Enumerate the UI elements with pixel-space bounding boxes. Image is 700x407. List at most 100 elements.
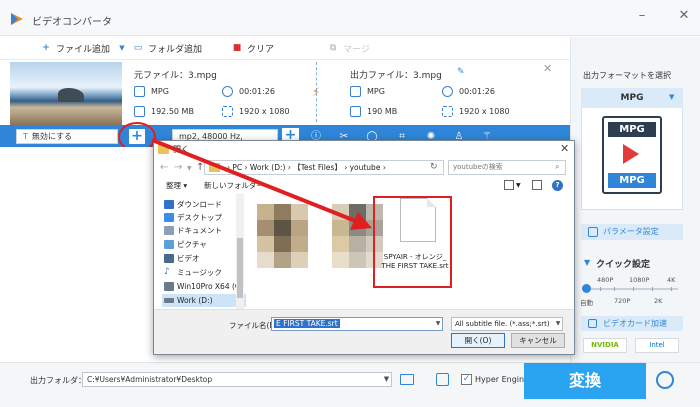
output-folder-input[interactable]: C:¥Users¥Administrator¥Desktop [82, 372, 392, 387]
nav-item-downloads[interactable]: ダウンロード [162, 198, 246, 211]
quality-label: 480P [597, 276, 614, 284]
merge-button[interactable]: ⧉ マージ [327, 40, 370, 56]
subtitle-text-icon: T [23, 132, 28, 141]
slider-tick [652, 287, 653, 291]
format-icon [134, 86, 145, 97]
hyper-engine-label: Hyper Engine [475, 375, 529, 384]
subtitle-select[interactable]: T 無効にする [16, 129, 118, 144]
format-icon [350, 86, 361, 97]
highlight-box [373, 196, 452, 288]
close-icon[interactable]: ✕ [560, 142, 569, 155]
nav-item-videos[interactable]: ビデオ [162, 252, 246, 265]
output-folder-label: 出力フォルダ： [30, 376, 86, 385]
picture-icon [164, 240, 174, 249]
chevron-down-icon[interactable]: ▼ [516, 182, 521, 189]
hardware-acceleration-icon[interactable] [436, 373, 449, 386]
mpg-doc-bottom-label: MPG [608, 173, 656, 188]
output-format-title: 出力フォーマットを選択 [583, 71, 671, 80]
desktop-icon [164, 213, 174, 222]
organize-menu[interactable]: 整理 ▾ [166, 180, 187, 191]
format-name[interactable]: MPG [581, 88, 683, 108]
slider-tick [671, 287, 672, 291]
chevron-down-icon[interactable]: ▼ [433, 317, 443, 331]
dialog-title-bar: 開く ✕ [154, 141, 574, 157]
clock-icon [442, 86, 453, 97]
new-folder-button[interactable]: 新しいフォルダー [204, 180, 264, 191]
nav-scrollbar[interactable] [236, 194, 244, 309]
chevron-down-icon[interactable]: ▼ [187, 165, 192, 172]
quick-settings-title: クイック設定 [596, 260, 651, 270]
open-button[interactable]: 開く(O) [451, 333, 505, 348]
mpg-doc-top-label: MPG [608, 122, 656, 137]
output-duration: 00:01:26 [442, 86, 495, 97]
minimize-icon[interactable]: – [634, 8, 650, 24]
dialog-command-bar: 整理 ▾ 新しいフォルダー ▼ ? [154, 179, 574, 193]
nav-item-pictures[interactable]: ピクチャ [162, 238, 246, 251]
address-bar[interactable]: › PC › Work (D:) › 【Test Files】 › youtub… [204, 160, 444, 175]
app-logo-icon [11, 13, 23, 25]
alarm-clock-icon[interactable] [656, 371, 674, 389]
trash-icon: ■ [232, 43, 242, 53]
toolbar: + ファイル追加 ▼ ▭ フォルダ追加 ■ クリア ⧉ マージ [0, 37, 570, 59]
source-format: MPG [134, 86, 169, 97]
convert-button[interactable]: 変換 [524, 363, 646, 399]
clock-icon [222, 86, 233, 97]
close-icon[interactable]: ✕ [676, 8, 692, 24]
folder-icon: ▭ [133, 43, 143, 53]
folder-icon [209, 163, 220, 172]
file-size-icon [134, 106, 145, 117]
chevron-down-icon[interactable]: ▼ [669, 93, 674, 101]
chevron-down-icon[interactable]: ▼ [553, 317, 563, 331]
source-resolution: 1920 x 1080 [222, 106, 290, 117]
dialog-title: 開く [173, 145, 189, 154]
quality-label: 1080P [629, 276, 650, 284]
edit-pencil-icon[interactable]: ✎ [457, 67, 465, 77]
back-arrow-icon[interactable]: ← [160, 162, 168, 173]
clear-label: クリア [247, 44, 275, 55]
filetype-select[interactable]: All subtitle file. (*.ass;*.srt) [451, 317, 563, 331]
resolution-icon [222, 106, 233, 117]
resolution-icon [442, 106, 453, 117]
remove-file-icon[interactable]: ✕ [543, 62, 552, 75]
add-folder-button[interactable]: ▼ ▭ フォルダ追加 [116, 40, 202, 56]
navigation-pane: ダウンロード デスクトップ ドキュメント ピクチャ ビデオ ♪ ミュージック Wi… [154, 194, 246, 309]
slider-tick [600, 287, 601, 291]
file-size-icon [350, 106, 361, 117]
quality-label: 2K [654, 297, 663, 305]
nav-item-drive-c[interactable]: Win10Pro X64 (C [162, 280, 246, 293]
search-icon[interactable]: ⌕ [555, 162, 559, 172]
chevron-down-icon[interactable]: ▼ [381, 372, 392, 387]
output-resolution: 1920 x 1080 [442, 106, 510, 117]
nav-item-music[interactable]: ♪ ミュージック [162, 266, 246, 279]
open-folder-icon[interactable] [400, 374, 414, 385]
source-duration: 00:01:26 [222, 86, 275, 97]
filename-input[interactable]: E FIRST TAKE.srt [271, 317, 443, 331]
app-title: ビデオコンバータ [32, 17, 112, 28]
nav-item-documents[interactable]: ドキュメント [162, 224, 246, 237]
lightning-icon: ⚡ [311, 85, 321, 99]
dropdown-arrow-icon: ▼ [119, 44, 125, 52]
folder-icon [158, 144, 169, 154]
view-options-icon[interactable] [504, 180, 514, 190]
refresh-icon[interactable]: ↻ [430, 162, 438, 172]
preview-pane-icon[interactable] [532, 180, 542, 190]
dialog-navigation: ← → ▼ ↑ › PC › Work (D:) › 【Test Files】 … [154, 157, 574, 179]
nav-item-desktop[interactable]: デスクトップ [162, 211, 246, 224]
nvidia-badge[interactable]: NVIDIA [583, 338, 627, 353]
add-file-button[interactable]: + ファイル追加 [40, 40, 110, 56]
help-icon[interactable]: ? [552, 180, 563, 191]
intel-badge[interactable]: Intel [635, 338, 679, 353]
quality-slider-handle[interactable] [582, 284, 591, 293]
nav-item-drive-d[interactable]: Work (D:) [162, 294, 246, 307]
chevron-down-icon[interactable]: ▼ [584, 258, 590, 267]
search-input[interactable]: youtubeの検索 [448, 160, 566, 175]
play-icon [623, 144, 639, 164]
cancel-button[interactable]: キャンセル [511, 333, 565, 348]
add-file-label: ファイル追加 [56, 44, 111, 55]
forward-arrow-icon[interactable]: → [174, 162, 182, 173]
output-format: MPG [350, 86, 385, 97]
video-thumbnail[interactable] [10, 62, 122, 125]
clear-button[interactable]: ■ クリア [231, 40, 274, 56]
blurred-file-icon[interactable] [257, 204, 308, 268]
hyper-engine-checkbox[interactable]: ✓ [461, 374, 472, 385]
